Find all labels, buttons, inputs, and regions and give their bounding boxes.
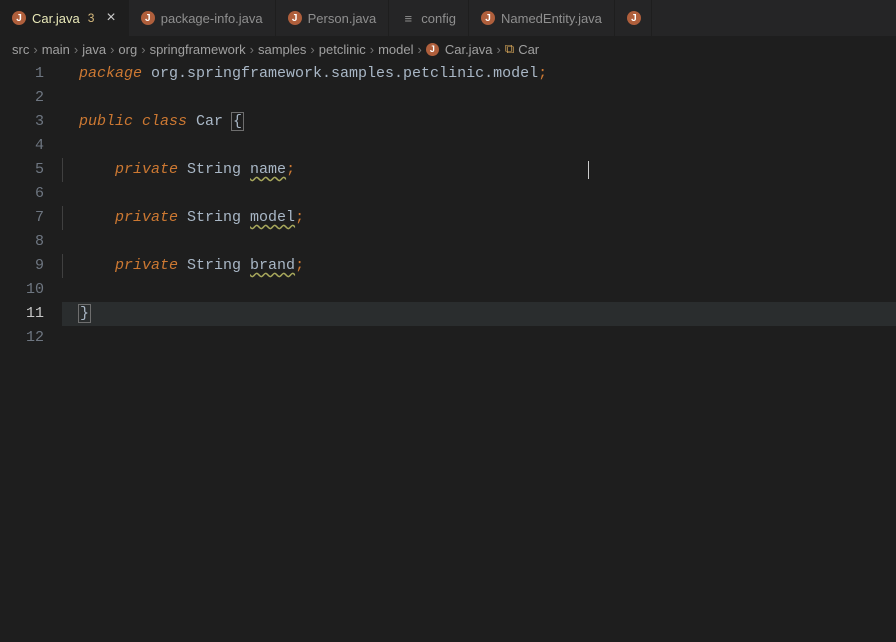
java-icon: J: [12, 11, 26, 25]
chevron-right-icon: ›: [418, 42, 422, 57]
tab-config[interactable]: ≡ config: [389, 0, 469, 36]
code-area[interactable]: package org.springframework.samples.petc…: [62, 62, 896, 350]
breadcrumb-segment[interactable]: model: [378, 42, 413, 57]
chevron-right-icon: ›: [110, 42, 114, 57]
breadcrumb: src › main › java › org › springframework › sample…: [0, 36, 896, 62]
chevron-right-icon: ›: [33, 42, 37, 57]
line-number: 1: [0, 62, 44, 86]
tab-file[interactable]: J: [615, 0, 652, 36]
chevron-right-icon: ›: [74, 42, 78, 57]
breadcrumb-segment[interactable]: java: [82, 42, 106, 57]
breadcrumb-segment[interactable]: springframework: [150, 42, 246, 57]
code-line[interactable]: [62, 134, 896, 158]
breadcrumb-symbol[interactable]: Car: [518, 42, 539, 57]
chevron-right-icon: ›: [141, 42, 145, 57]
breadcrumb-segment[interactable]: petclinic: [319, 42, 366, 57]
class-icon: ⧉: [505, 41, 514, 57]
tab-package-info-java[interactable]: Jpackage-info.java: [129, 0, 276, 36]
java-icon: J: [288, 11, 302, 25]
tab-label: package-info.java: [161, 11, 263, 26]
line-number: 5: [0, 158, 44, 182]
tab-label: config: [421, 11, 456, 26]
chevron-right-icon: ›: [497, 42, 501, 57]
java-icon: J: [426, 43, 439, 56]
code-line[interactable]: [62, 278, 896, 302]
java-icon: J: [627, 11, 641, 25]
line-number: 6: [0, 182, 44, 206]
breadcrumb-segment[interactable]: main: [42, 42, 70, 57]
line-number: 8: [0, 230, 44, 254]
chevron-right-icon: ›: [370, 42, 374, 57]
line-number: 11: [0, 302, 44, 326]
line-gutter: 123456789101112: [0, 62, 62, 350]
code-line[interactable]: }: [62, 302, 896, 326]
line-number: 7: [0, 206, 44, 230]
editor-tabs: JCar.java3×Jpackage-info.javaJPerson.jav…: [0, 0, 896, 36]
line-number: 10: [0, 278, 44, 302]
tab-label: Person.java: [308, 11, 377, 26]
code-line[interactable]: private String name;: [62, 158, 896, 182]
line-number: 12: [0, 326, 44, 350]
tab-car-java[interactable]: J Car.java 3 ×: [0, 0, 129, 36]
line-number: 9: [0, 254, 44, 278]
breadcrumb-file[interactable]: Car.java: [445, 42, 493, 57]
line-number: 4: [0, 134, 44, 158]
java-icon: J: [481, 11, 495, 25]
code-line[interactable]: [62, 86, 896, 110]
java-icon: J: [141, 11, 155, 25]
code-line[interactable]: package org.springframework.samples.petc…: [62, 62, 896, 86]
code-line[interactable]: [62, 326, 896, 350]
code-line[interactable]: [62, 182, 896, 206]
tab-label: NamedEntity.java: [501, 11, 602, 26]
breadcrumb-segment[interactable]: org: [118, 42, 137, 57]
tab-namedentity-java[interactable]: J NamedEntity.java: [469, 0, 615, 36]
breadcrumb-segment[interactable]: samples: [258, 42, 306, 57]
code-line[interactable]: [62, 230, 896, 254]
breadcrumb-segment[interactable]: src: [12, 42, 29, 57]
text-caret: [588, 161, 589, 179]
line-number: 2: [0, 86, 44, 110]
file-icon: ≡: [401, 11, 415, 25]
code-line[interactable]: private String model;: [62, 206, 896, 230]
tab-label: Car.java: [32, 11, 80, 26]
line-number: 3: [0, 110, 44, 134]
code-line[interactable]: private String brand;: [62, 254, 896, 278]
code-line[interactable]: public class Car {: [62, 110, 896, 134]
modified-count: 3: [88, 11, 95, 25]
chevron-right-icon: ›: [250, 42, 254, 57]
code-editor[interactable]: 123456789101112 package org.springframew…: [0, 62, 896, 350]
chevron-right-icon: ›: [310, 42, 314, 57]
tab-person-java[interactable]: J Person.java: [276, 0, 390, 36]
close-icon[interactable]: ×: [106, 10, 115, 26]
